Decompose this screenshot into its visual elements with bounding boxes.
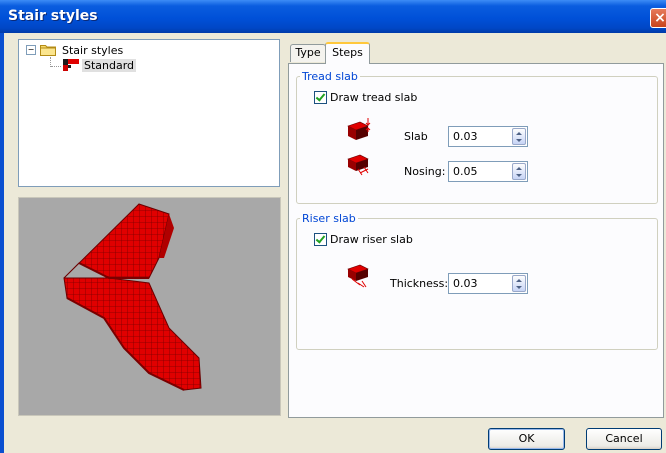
dialog-client-area: − Stair styles Standard Type Steps Tread… [4, 33, 666, 453]
ok-button[interactable]: OK [488, 428, 565, 450]
slab-input[interactable]: 0.03 [448, 126, 528, 147]
thickness-spin-button[interactable] [512, 275, 526, 292]
window-title: Stair styles [8, 8, 98, 24]
styles-tree[interactable]: − Stair styles Standard [18, 39, 280, 187]
stair-style-icon [63, 59, 79, 71]
nosing-spin-button[interactable] [512, 163, 526, 180]
riser-thickness-icon [347, 264, 369, 288]
slab-value: 0.03 [453, 130, 478, 143]
collapse-icon[interactable]: − [26, 45, 36, 55]
checkbox-label: Draw tread slab [330, 91, 418, 104]
tread-slab-legend: Tread slab [302, 70, 358, 83]
spin-down-icon[interactable] [516, 139, 522, 142]
spin-up-icon[interactable] [516, 132, 522, 135]
cancel-button[interactable]: Cancel [586, 428, 662, 450]
tab-steps[interactable]: Steps [325, 42, 370, 64]
slab-label: Slab [404, 130, 428, 143]
checkbox-box[interactable] [314, 91, 327, 104]
checkbox-box[interactable] [314, 233, 327, 246]
thickness-value: 0.03 [453, 277, 478, 290]
draw-riser-slab-checkbox[interactable]: Draw riser slab [314, 233, 413, 246]
tree-item-standard[interactable]: Standard [62, 58, 137, 72]
folder-icon [40, 45, 56, 56]
tree-item-label: Standard [82, 58, 137, 72]
close-button[interactable]: × [650, 8, 666, 28]
draw-tread-slab-checkbox[interactable]: Draw tread slab [314, 91, 417, 104]
spin-down-icon[interactable] [516, 286, 522, 289]
riser-slab-legend: Riser slab [302, 212, 356, 225]
stair-preview [18, 197, 281, 416]
spin-up-icon[interactable] [516, 167, 522, 170]
spin-up-icon[interactable] [516, 279, 522, 282]
tree-item-label: Stair styles [62, 43, 124, 57]
steps-tab-pane: Tread slab Draw tread slab Slab 0.03 Nos… [288, 63, 664, 418]
title-bar: Stair styles × [0, 0, 666, 33]
tab-control: Type Steps Tread slab Draw tread slab Sl… [288, 42, 664, 418]
tab-type[interactable]: Type [290, 44, 326, 62]
thickness-input[interactable]: 0.03 [448, 273, 528, 294]
nosing-label: Nosing: [404, 165, 446, 178]
close-icon: × [654, 10, 666, 26]
thickness-label: Thickness: [390, 277, 449, 290]
checkbox-label: Draw riser slab [330, 233, 413, 246]
tread-slab-icon [347, 118, 371, 140]
nosing-input[interactable]: 0.05 [448, 161, 528, 182]
tree-connector [51, 66, 61, 67]
nosing-value: 0.05 [453, 165, 478, 178]
spin-down-icon[interactable] [516, 174, 522, 177]
stair-3d-preview-image [63, 203, 202, 391]
tree-item-stair-styles[interactable]: − Stair styles [26, 43, 125, 57]
slab-spin-button[interactable] [512, 128, 526, 145]
nosing-icon [347, 154, 369, 176]
